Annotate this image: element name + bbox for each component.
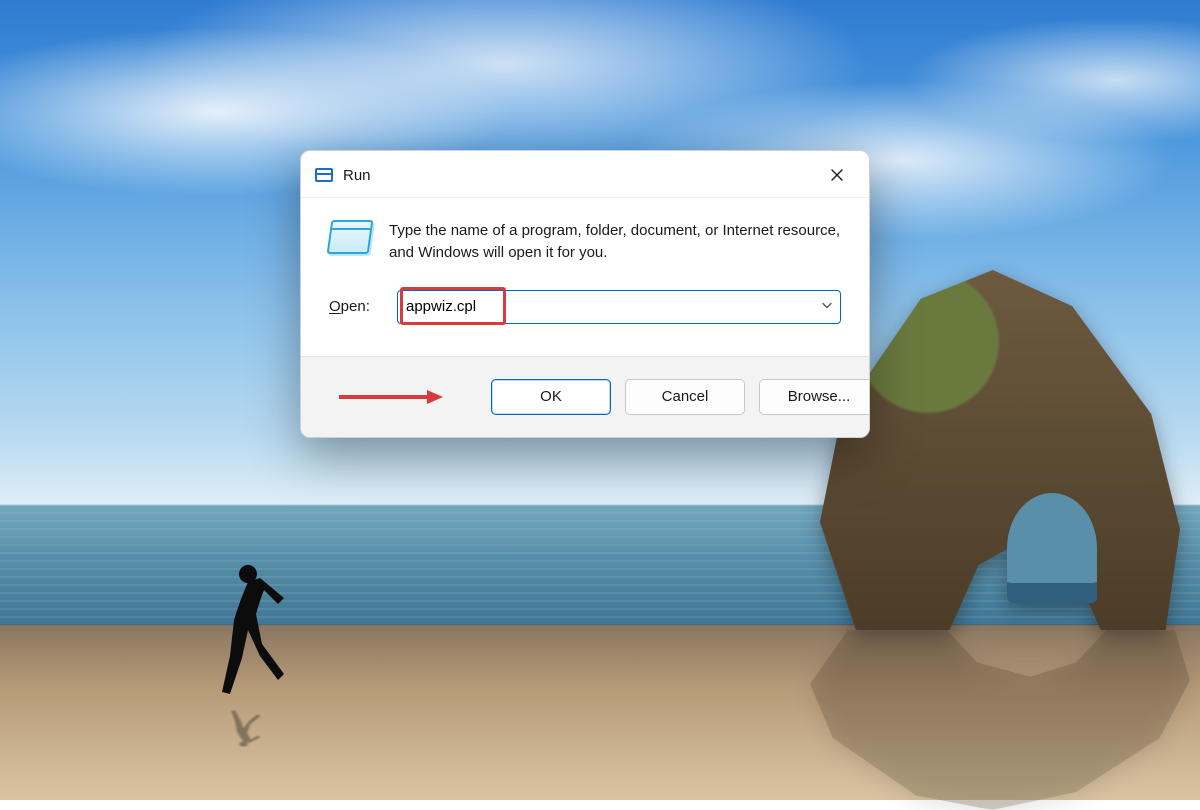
wallpaper-rock: [820, 270, 1180, 630]
run-dialog-icon: [327, 220, 374, 254]
close-button[interactable]: [819, 161, 855, 189]
run-dialog: Run Type the name of a program, folder, …: [300, 150, 870, 438]
open-label: Open:: [329, 298, 383, 315]
close-icon: [831, 169, 843, 181]
open-combobox[interactable]: [397, 290, 841, 324]
cancel-button[interactable]: Cancel: [625, 379, 745, 415]
run-description: Type the name of a program, folder, docu…: [389, 220, 841, 264]
annotation-arrow-icon: [335, 387, 445, 407]
wallpaper-runner: [200, 560, 290, 710]
browse-button[interactable]: Browse...: [759, 379, 870, 415]
open-input[interactable]: [397, 290, 841, 324]
dialog-footer: OK Cancel Browse...: [301, 356, 869, 437]
titlebar[interactable]: Run: [301, 151, 869, 198]
run-titlebar-icon: [315, 168, 333, 182]
ok-button[interactable]: OK: [491, 379, 611, 415]
window-title: Run: [343, 167, 371, 184]
